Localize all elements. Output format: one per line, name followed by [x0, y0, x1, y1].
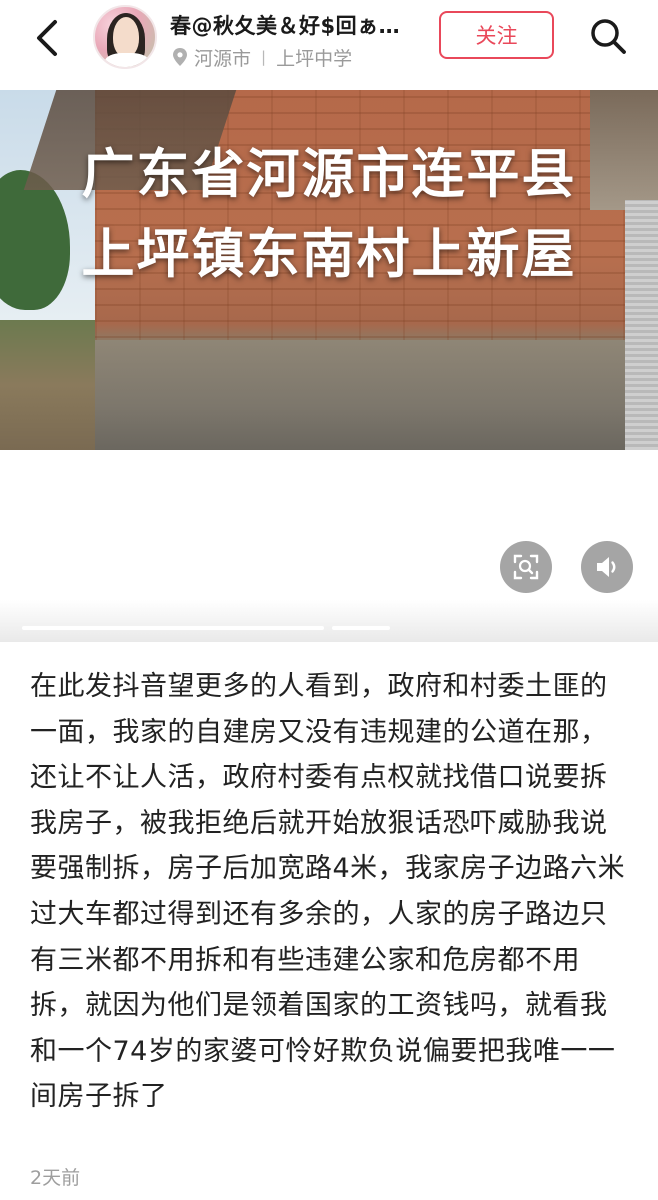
search-icon: [591, 19, 626, 54]
back-button[interactable]: [24, 14, 72, 62]
post-timestamp: 2天前: [30, 1167, 81, 1189]
location-place: 上坪中学: [276, 47, 353, 70]
chevron-left-icon: [37, 20, 57, 56]
media-bottom-fade: [0, 600, 658, 642]
location-separator: |: [261, 48, 267, 66]
volume-icon: [597, 557, 616, 577]
location-pin-icon: [172, 47, 188, 67]
top-bar: 春@秋夂美＆好$回ぁ… 河源市 | 上坪中学 关注: [0, 0, 658, 90]
post-image[interactable]: 广东省河源市连平县 上坪镇东南村上新屋: [0, 90, 658, 450]
image-caption-line1: 广东省河源市连平县: [81, 144, 577, 205]
scan-button[interactable]: [500, 541, 552, 593]
location[interactable]: 河源市 | 上坪中学: [172, 44, 352, 70]
volume-button[interactable]: [581, 541, 633, 593]
media-progress-segment: [332, 626, 390, 630]
image-caption-line2: 上坪镇东南村上新屋: [81, 224, 577, 285]
username[interactable]: 春@秋夂美＆好$回ぁ…: [170, 10, 432, 40]
follow-button[interactable]: 关注: [439, 11, 554, 59]
location-city: 河源市: [194, 47, 252, 70]
avatar[interactable]: [93, 5, 157, 69]
search-button[interactable]: [584, 12, 632, 60]
scan-icon: [513, 554, 539, 580]
post-text: 在此发抖音望更多的人看到，政府和村委土匪的一面，我家的自建房又没有违规建的公道在…: [30, 671, 626, 1113]
media-padding: [0, 450, 658, 610]
media-progress-segment: [22, 626, 324, 630]
